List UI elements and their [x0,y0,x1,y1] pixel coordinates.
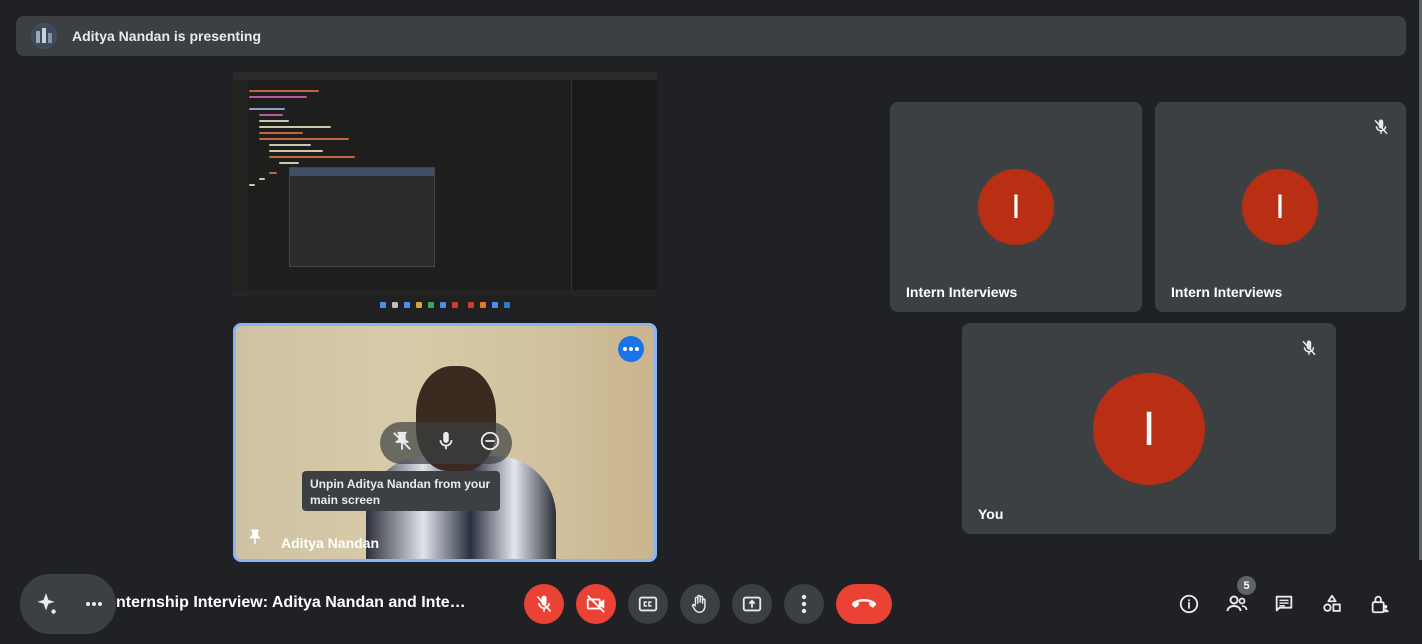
people-count-badge: 5 [1237,576,1256,595]
hand-icon [691,594,706,613]
self-avatar: I [1093,373,1205,485]
remove-button[interactable] [479,430,501,457]
presenting-banner: Aditya Nandan is presenting [16,16,1406,56]
mic-button[interactable] [435,430,457,457]
captions-button[interactable] [628,584,668,624]
participant-name: Intern Interviews [906,284,1018,300]
chat-icon [1275,595,1293,612]
mic-off-icon [536,595,552,613]
autocomplete-popup [289,167,435,267]
effects-button[interactable] [20,574,116,634]
shared-screen[interactable] [233,72,657,312]
activities-icon [1323,594,1341,612]
pinned-video-tile[interactable]: Unpin Aditya Nandan from your main scree… [233,323,657,562]
remove-circle-icon [480,431,500,450]
shared-line-gutter [233,80,247,290]
meeting-title: nternship Interview: Aditya Nandan and I… [116,594,466,611]
sparkle-effects-icon [37,593,56,614]
unpin-icon [393,431,411,450]
leave-call-button[interactable] [836,584,892,624]
captions-icon [638,596,658,612]
mic-toggle-button[interactable] [524,584,564,624]
info-icon [1179,594,1199,614]
more-vert-icon [801,594,807,614]
hang-up-icon [851,599,877,608]
more-options-button[interactable] [618,336,644,362]
participant-name: Aditya Nandan [281,535,380,551]
more-options-button[interactable] [784,584,824,624]
unpin-button[interactable] [391,430,413,457]
meeting-details-button[interactable] [1175,590,1203,618]
participant-avatar: I [978,169,1054,245]
camera-toggle-button[interactable] [576,584,616,624]
lock-person-icon [1371,595,1389,614]
unpin-tooltip: Unpin Aditya Nandan from your main scree… [302,471,500,511]
presenter-avatar [31,23,57,49]
tile-hover-controls [380,422,512,464]
activities-button[interactable] [1318,590,1346,618]
host-controls-button[interactable] [1366,590,1394,618]
mic-off-icon [1300,339,1318,362]
shared-minimap [571,80,657,290]
mic-off-icon [1372,118,1390,141]
more-dots-icon [623,347,639,351]
pin-icon [246,528,264,551]
participant-name: Intern Interviews [1171,284,1283,300]
shared-window-titlebar [233,72,657,80]
more-dots-icon [86,602,102,606]
presenting-text: Aditya Nandan is presenting [72,28,262,44]
mic-icon [439,431,453,449]
self-tile[interactable]: I You [962,323,1336,534]
participant-avatar: I [1242,169,1318,245]
present-button[interactable] [732,584,772,624]
people-icon [1226,595,1248,612]
present-screen-icon [742,596,762,612]
chat-button[interactable] [1270,590,1298,618]
participant-tile[interactable]: I Intern Interviews [890,102,1142,312]
camera-off-icon [586,595,605,613]
participant-tile[interactable]: I Intern Interviews [1155,102,1406,312]
raise-hand-button[interactable] [680,584,720,624]
self-name: You [978,506,1004,522]
